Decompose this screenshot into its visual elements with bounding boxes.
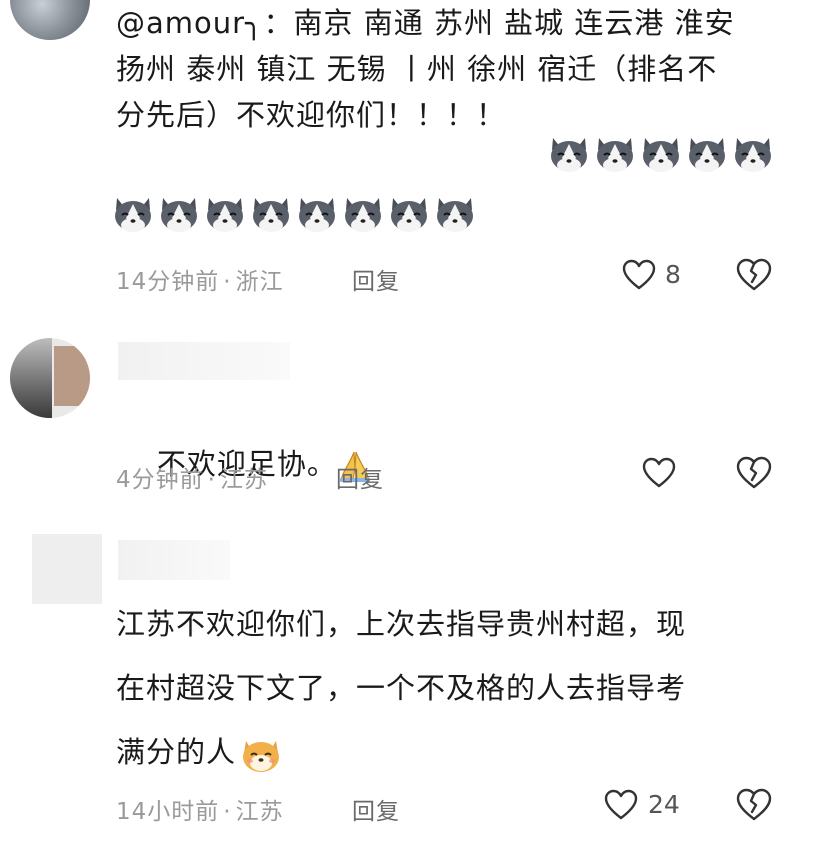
- reply-button[interactable]: 回复: [352, 262, 400, 296]
- husky-emoji: [689, 138, 725, 172]
- separator: ·: [223, 269, 232, 295]
- comment-location: 江苏: [235, 799, 284, 825]
- husky-emoji: [551, 138, 587, 172]
- heart-outline-icon[interactable]: [642, 457, 676, 489]
- husky-emoji-row: [548, 134, 774, 174]
- shiba-emoji: [243, 741, 280, 772]
- comment-time: 4分钟前: [116, 467, 204, 493]
- avatar[interactable]: [32, 534, 102, 604]
- comment-time: 14小时前: [116, 799, 220, 825]
- comment-meta: 14小时前 · 江苏: [116, 792, 284, 826]
- comment-meta: 4分钟前 · 江苏: [116, 460, 268, 494]
- blurred-username: [118, 342, 290, 380]
- comment-time: 14分钟前: [116, 269, 220, 295]
- husky-emoji: [161, 198, 197, 232]
- husky-emoji: [253, 198, 289, 232]
- husky-emoji: [643, 138, 679, 172]
- comment-location: 江苏: [219, 467, 268, 493]
- heart-outline-icon[interactable]: [604, 789, 638, 821]
- comment-meta: 14分钟前 · 浙江: [116, 262, 284, 296]
- husky-emoji: [391, 198, 427, 232]
- comment-text: 江苏不欢迎你们，上次去指导贵州村超，现 在村超没下文了，一个不及格的人去指导考 …: [116, 592, 686, 784]
- like-count: 24: [648, 790, 680, 819]
- husky-emoji-row: [112, 194, 476, 234]
- reply-button[interactable]: 回复: [336, 460, 384, 494]
- husky-emoji: [597, 138, 633, 172]
- broken-heart-icon[interactable]: [736, 258, 772, 292]
- husky-emoji: [437, 198, 473, 232]
- avatar[interactable]: [10, 338, 90, 418]
- blurred-username: [118, 540, 230, 580]
- comment-text-content: 江苏不欢迎你们，上次去指导贵州村超，现 在村超没下文了，一个不及格的人去指导考 …: [116, 607, 687, 769]
- husky-emoji: [299, 198, 335, 232]
- separator: ·: [207, 467, 216, 493]
- like-count: 8: [665, 260, 681, 289]
- husky-emoji: [115, 198, 151, 232]
- broken-heart-icon[interactable]: [736, 788, 772, 822]
- husky-emoji: [345, 198, 381, 232]
- avatar[interactable]: [10, 0, 90, 40]
- broken-heart-icon[interactable]: [736, 456, 772, 490]
- husky-emoji: [207, 198, 243, 232]
- husky-emoji: [735, 138, 771, 172]
- separator: ·: [223, 799, 232, 825]
- reply-button[interactable]: 回复: [352, 792, 400, 826]
- comment-text: @amour╮：南京 南通 苏州 盐城 连云港 淮安 扬州 泰州 镇江 无锡 丨…: [116, 6, 735, 132]
- heart-outline-icon[interactable]: [622, 259, 656, 291]
- comment-location: 浙江: [235, 269, 284, 295]
